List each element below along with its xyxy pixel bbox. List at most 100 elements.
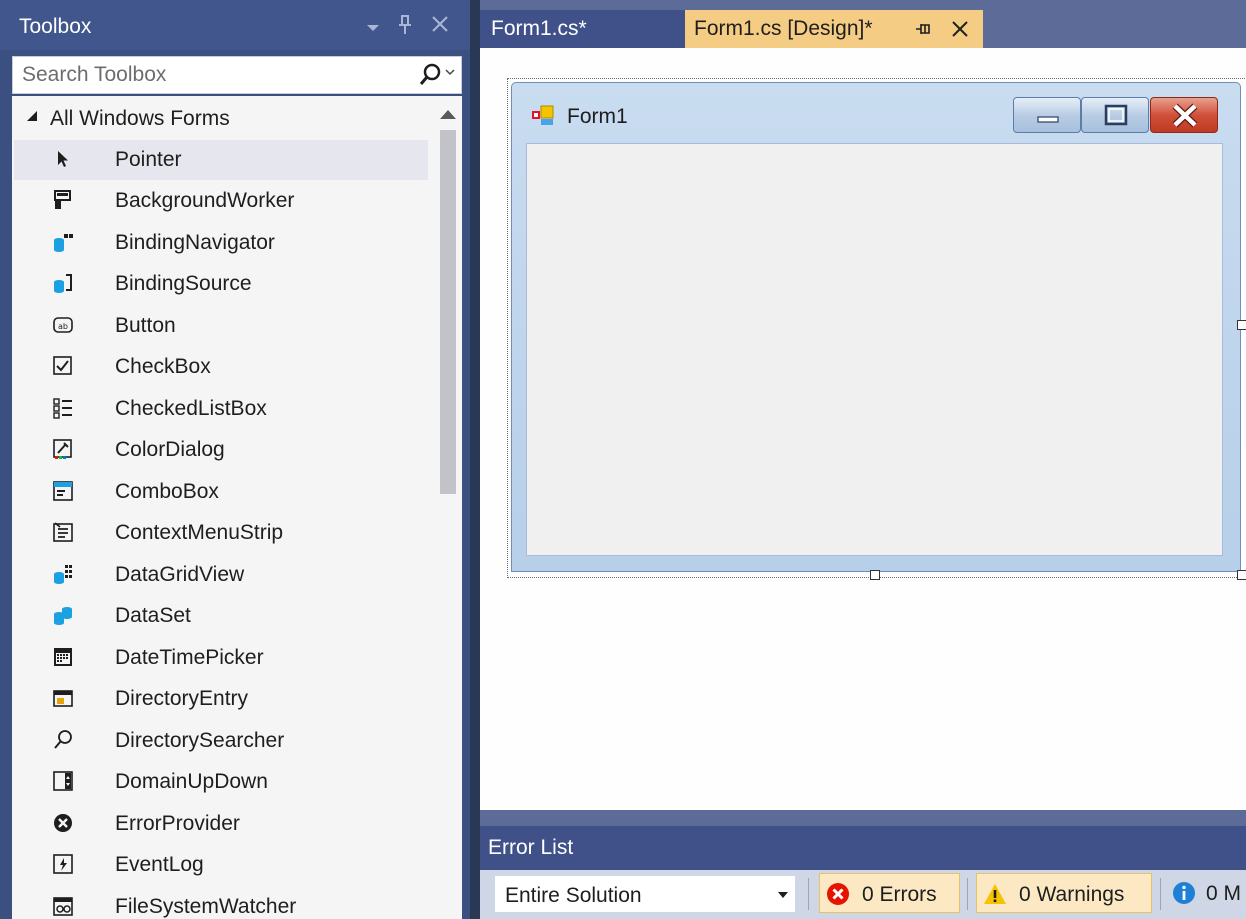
scrollbar-thumb[interactable] xyxy=(440,130,456,494)
minimize-icon xyxy=(1037,116,1059,123)
directory-entry-icon xyxy=(52,687,74,709)
toolbox-item-label: ComboBox xyxy=(115,480,219,503)
toolbox-item-bindingnavigator[interactable]: BindingNavigator xyxy=(14,223,428,263)
close-button[interactable] xyxy=(1150,97,1218,133)
toolbox-item-contextmenustrip[interactable]: ContextMenuStrip xyxy=(14,513,428,553)
toolbox-item-label: DomainUpDown xyxy=(115,770,268,793)
date-time-picker-icon xyxy=(52,646,74,668)
toolbox-group-header[interactable]: All Windows Forms xyxy=(12,96,430,140)
toolbox-title: Toolbox xyxy=(19,15,92,38)
chevron-down-icon[interactable] xyxy=(445,65,455,79)
warnings-count-label: 0 Warnings xyxy=(1019,883,1125,906)
toolbox-group-label: All Windows Forms xyxy=(50,107,230,130)
collapse-triangle-icon[interactable] xyxy=(26,110,38,125)
maximize-icon xyxy=(1104,104,1128,126)
document-tab-strip: Form1.cs* Form1.cs [Design]* xyxy=(480,0,1246,48)
toolbox-item-label: ColorDialog xyxy=(115,438,225,461)
toolbox-item-combobox[interactable]: ComboBox xyxy=(14,472,428,512)
tab-label: Form1.cs [Design]* xyxy=(694,17,873,40)
toolbox-item-checkbox[interactable]: CheckBox xyxy=(14,347,428,387)
form-icon xyxy=(531,105,555,127)
checkbox-icon xyxy=(52,355,74,377)
toolbox-item-filesystemwatcher[interactable]: FileSystemWatcher xyxy=(14,887,428,919)
form-title: Form1 xyxy=(567,105,628,128)
toolbox-item-colordialog[interactable]: ColorDialog xyxy=(14,430,428,470)
data-grid-view-icon xyxy=(52,563,74,585)
svg-text:ab: ab xyxy=(58,322,68,331)
toolbar-separator xyxy=(808,878,809,910)
toolbox-item-directoryentry[interactable]: DirectoryEntry xyxy=(14,679,428,719)
resize-handle-right[interactable] xyxy=(1237,320,1246,330)
pin-icon[interactable] xyxy=(397,14,413,41)
toolbox-panel: Toolbox All Windows Forms xyxy=(0,0,470,919)
toolbox-item-bindingsource[interactable]: BindingSource xyxy=(14,264,428,304)
toolbox-item-label: CheckBox xyxy=(115,355,211,378)
close-icon xyxy=(1172,103,1198,128)
toolbox-item-errorprovider[interactable]: ErrorProvider xyxy=(14,804,428,844)
tab-form1-design[interactable]: Form1.cs [Design]* xyxy=(685,10,983,48)
toolbox-item-label: DataSet xyxy=(115,604,191,627)
toolbox-scrollbar[interactable] xyxy=(433,96,462,919)
scope-value: Entire Solution xyxy=(505,884,642,907)
color-dialog-icon xyxy=(52,438,74,460)
search-icon[interactable] xyxy=(418,63,442,87)
background-worker-icon xyxy=(52,189,74,211)
maximize-button[interactable] xyxy=(1081,97,1149,133)
toolbox-search-box[interactable] xyxy=(12,56,462,94)
toolbox-item-checkedlistbox[interactable]: CheckedListBox xyxy=(14,389,428,429)
binding-navigator-icon xyxy=(52,231,74,253)
checked-list-box-icon xyxy=(52,397,74,419)
toolbox-item-label: BackgroundWorker xyxy=(115,189,295,212)
chevron-down-icon[interactable] xyxy=(778,892,788,898)
form-window[interactable]: Form1 xyxy=(511,82,1241,572)
scope-dropdown[interactable]: Entire Solution xyxy=(494,875,796,913)
event-log-icon xyxy=(52,853,74,875)
toolbox-item-datetimepicker[interactable]: DateTimePicker xyxy=(14,638,428,678)
toolbox-item-label: BindingSource xyxy=(115,272,252,295)
toolbox-item-backgroundworker[interactable]: BackgroundWorker xyxy=(14,181,428,221)
context-menu-strip-icon xyxy=(52,521,74,543)
toolbox-item-label: Button xyxy=(115,314,176,337)
toolbox-item-label: DirectorySearcher xyxy=(115,729,285,752)
scroll-up-arrow-icon[interactable] xyxy=(440,110,456,119)
toolbox-item-datagridview[interactable]: DataGridView xyxy=(14,555,428,595)
toolbox-item-label: FileSystemWatcher xyxy=(115,895,297,918)
splitter[interactable] xyxy=(480,810,1246,826)
toolbox-item-label: CheckedListBox xyxy=(115,397,267,420)
resize-handle-corner[interactable] xyxy=(1237,570,1246,580)
domain-up-down-icon xyxy=(52,770,74,792)
error-list-toolbar: Entire Solution 0 Errors 0 Warnings 0 M xyxy=(480,870,1246,919)
warnings-filter-button[interactable]: 0 Warnings xyxy=(976,873,1152,913)
errors-filter-button[interactable]: 0 Errors xyxy=(819,873,960,913)
binding-source-icon xyxy=(52,272,74,294)
toolbox-item-eventlog[interactable]: EventLog xyxy=(14,845,428,885)
resize-handle-bottom[interactable] xyxy=(870,570,880,580)
messages-count-label: 0 M xyxy=(1206,882,1242,905)
designer-surface[interactable]: Form1 xyxy=(480,48,1246,810)
toolbox-item-pointer[interactable]: Pointer xyxy=(14,140,428,180)
toolbox-item-domainupdown[interactable]: DomainUpDown xyxy=(14,762,428,802)
pin-icon[interactable] xyxy=(914,19,934,39)
toolbar-separator xyxy=(1160,878,1161,910)
dropdown-arrow-icon[interactable] xyxy=(365,18,381,40)
minimize-button[interactable] xyxy=(1013,97,1081,133)
toolbox-item-label: EventLog xyxy=(115,853,204,876)
close-icon[interactable] xyxy=(430,14,450,39)
toolbox-item-button[interactable]: ab Button xyxy=(14,306,428,346)
toolbox-header: Toolbox xyxy=(0,0,470,50)
error-list-panel: Error List Entire Solution 0 Errors 0 Wa… xyxy=(480,826,1246,919)
form-client-area[interactable] xyxy=(526,143,1223,556)
toolbox-item-label: DateTimePicker xyxy=(115,646,264,669)
error-icon xyxy=(826,882,850,906)
close-icon[interactable] xyxy=(950,19,970,39)
toolbox-item-label: ErrorProvider xyxy=(115,812,240,835)
tab-form1-code[interactable]: Form1.cs* xyxy=(480,10,685,48)
error-list-title: Error List xyxy=(488,836,574,859)
messages-filter-button[interactable]: 0 M xyxy=(1168,873,1246,913)
search-input[interactable] xyxy=(13,57,403,93)
tab-label: Form1.cs* xyxy=(491,17,587,40)
toolbox-item-directorysearcher[interactable]: DirectorySearcher xyxy=(14,721,428,761)
toolbox-item-dataset[interactable]: DataSet xyxy=(14,596,428,636)
data-set-icon xyxy=(52,604,74,626)
toolbox-item-label: DirectoryEntry xyxy=(115,687,249,710)
